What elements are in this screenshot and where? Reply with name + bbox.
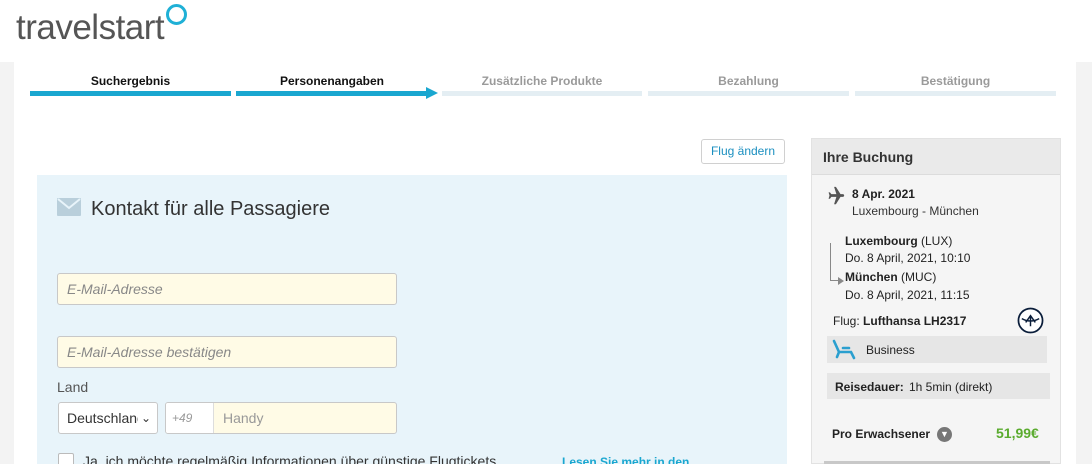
flight-number: Flug: Lufthansa LH2317 xyxy=(833,314,966,328)
seat-icon xyxy=(832,339,856,360)
travel-duration-row: Reisedauer: 1h 5min (direkt) xyxy=(827,373,1050,399)
route-connector xyxy=(830,243,840,281)
arrival-time: Do. 8 April, 2021, 11:15 xyxy=(845,288,970,302)
contact-title: Kontakt für alle Passagiere xyxy=(91,198,331,220)
cabin-class: Business xyxy=(866,343,915,357)
email-confirm-input[interactable]: E-Mail-Adresse bestätigen xyxy=(57,336,397,368)
duration-label: Reisedauer: xyxy=(835,380,904,394)
flight-route: Luxembourg - München xyxy=(852,204,979,218)
flight-label: Flug: xyxy=(833,314,860,328)
progress-steps: Suchergebnis Personenangaben Zusätzliche… xyxy=(30,74,1056,100)
newsletter-checkbox[interactable] xyxy=(58,453,74,464)
step-bar xyxy=(855,91,1056,96)
brand-ring-icon xyxy=(166,4,187,25)
step-bar xyxy=(236,91,428,96)
booking-header: Ihre Buchung xyxy=(812,139,1060,175)
plane-icon xyxy=(828,186,845,205)
step-arrow-icon xyxy=(426,87,438,99)
step-label: Suchergebnis xyxy=(90,74,171,88)
step-label: Bezahlung xyxy=(718,74,779,88)
arrival-code: (MUC) xyxy=(901,270,937,284)
newsletter-text: Ja, ich möchte regelmäßig Informationen … xyxy=(83,453,497,464)
step-bar xyxy=(648,91,849,96)
change-flight-button[interactable]: Flug ändern xyxy=(701,139,785,164)
contact-panel: Kontakt für alle Passagiere E-Mail-Adres… xyxy=(37,175,787,464)
duration-value: 1h 5min (direkt) xyxy=(909,380,993,394)
step-bar xyxy=(442,91,642,96)
cabin-class-row: Business xyxy=(827,336,1047,363)
chevron-down-icon: ⌄ xyxy=(137,403,151,433)
booking-title: Ihre Buchung xyxy=(823,149,914,165)
price-label: Pro Erwachsener xyxy=(832,427,931,441)
country-select[interactable]: Deutschland ⌄ xyxy=(58,402,158,434)
departure-info: Luxembourg (LUX) xyxy=(845,234,952,248)
arrival-city: München xyxy=(845,270,898,284)
country-label: Land xyxy=(57,379,89,395)
step-payment: Bezahlung xyxy=(648,74,849,100)
step-extra-products: Zusätzliche Produkte xyxy=(442,74,642,100)
step-search-results[interactable]: Suchergebnis xyxy=(30,74,231,100)
lufthansa-logo-icon xyxy=(1017,307,1044,334)
envelope-icon xyxy=(57,198,81,216)
flight-date: 8 Apr. 2021 xyxy=(852,187,915,201)
chevron-down-icon[interactable]: ▼ xyxy=(937,427,952,442)
step-label: Zusätzliche Produkte xyxy=(481,74,603,88)
email-confirm-placeholder: E-Mail-Adresse bestätigen xyxy=(67,344,232,360)
country-value: Deutschland xyxy=(67,410,145,426)
main-content: Suchergebnis Personenangaben Zusätzliche… xyxy=(14,62,1076,464)
phone-prefix: +49 xyxy=(166,403,214,433)
booking-summary: Ihre Buchung 8 Apr. 2021 Luxembourg - Mü… xyxy=(811,138,1061,464)
price-value: 51,99€ xyxy=(996,425,1039,441)
step-label: Bestätigung xyxy=(920,74,991,88)
brand-name: travelstart xyxy=(16,8,165,47)
read-more-link[interactable]: Lesen Sie mehr in den xyxy=(562,455,689,464)
flight-value: Lufthansa LH2317 xyxy=(863,314,967,328)
brand-logo[interactable]: travelstart xyxy=(16,8,165,48)
step-passenger-details: Personenangaben xyxy=(236,74,438,100)
phone-placeholder: Handy xyxy=(223,410,264,426)
step-label: Personenangaben xyxy=(279,74,385,88)
arrival-info: München (MUC) xyxy=(845,270,936,284)
site-header: travelstart xyxy=(0,0,1092,62)
step-confirmation: Bestätigung xyxy=(855,74,1056,100)
step-bar xyxy=(30,91,231,96)
departure-city: Luxembourg xyxy=(845,234,918,248)
email-input[interactable]: E-Mail-Adresse xyxy=(57,273,397,305)
departure-time: Do. 8 April, 2021, 10:10 xyxy=(845,251,971,265)
email-placeholder: E-Mail-Adresse xyxy=(67,281,163,297)
departure-code: (LUX) xyxy=(921,234,953,248)
route-arrow-icon xyxy=(838,277,844,285)
phone-input[interactable]: +49 Handy xyxy=(165,402,397,434)
